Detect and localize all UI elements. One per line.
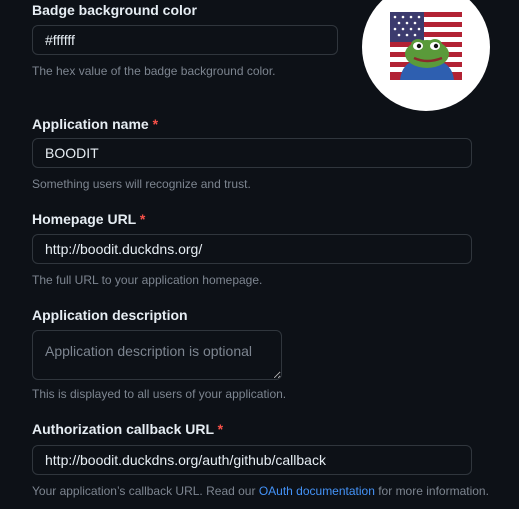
callback-url-input[interactable] <box>32 445 472 475</box>
homepage-url-label-text: Homepage URL <box>32 211 136 227</box>
app-name-label-text: Application name <box>32 116 149 132</box>
required-marker: * <box>152 116 159 132</box>
app-description-textarea[interactable] <box>32 330 282 380</box>
callback-note-suffix: for more information. <box>374 484 489 498</box>
required-marker: * <box>139 211 146 227</box>
homepage-url-note: The full URL to your application homepag… <box>32 273 263 287</box>
badge-preview <box>362 0 490 111</box>
app-name-label: Application name * <box>32 115 158 133</box>
callback-url-label-text: Authorization callback URL <box>32 421 214 437</box>
oauth-documentation-link[interactable]: OAuth documentation <box>259 484 375 498</box>
app-description-label: Application description <box>32 307 188 323</box>
required-marker: * <box>217 421 224 437</box>
app-description-note: This is displayed to all users of your a… <box>32 387 287 401</box>
callback-note-prefix: Your application’s callback URL. Read ou… <box>32 484 259 498</box>
callback-url-label: Authorization callback URL * <box>32 420 223 438</box>
homepage-url-input[interactable] <box>32 234 472 264</box>
callback-url-note: Your application’s callback URL. Read ou… <box>32 483 489 499</box>
app-name-input[interactable] <box>32 138 472 168</box>
homepage-url-label: Homepage URL * <box>32 210 145 228</box>
app-name-note: Something users will recognize and trust… <box>32 177 251 191</box>
badge-color-label: Badge background color <box>32 2 197 18</box>
badge-color-input[interactable] <box>32 25 338 55</box>
badge-color-note: The hex value of the badge background co… <box>32 64 276 78</box>
app-logo-icon <box>390 12 462 80</box>
oauth-app-settings-form: Badge background color The hex value of … <box>0 0 519 509</box>
